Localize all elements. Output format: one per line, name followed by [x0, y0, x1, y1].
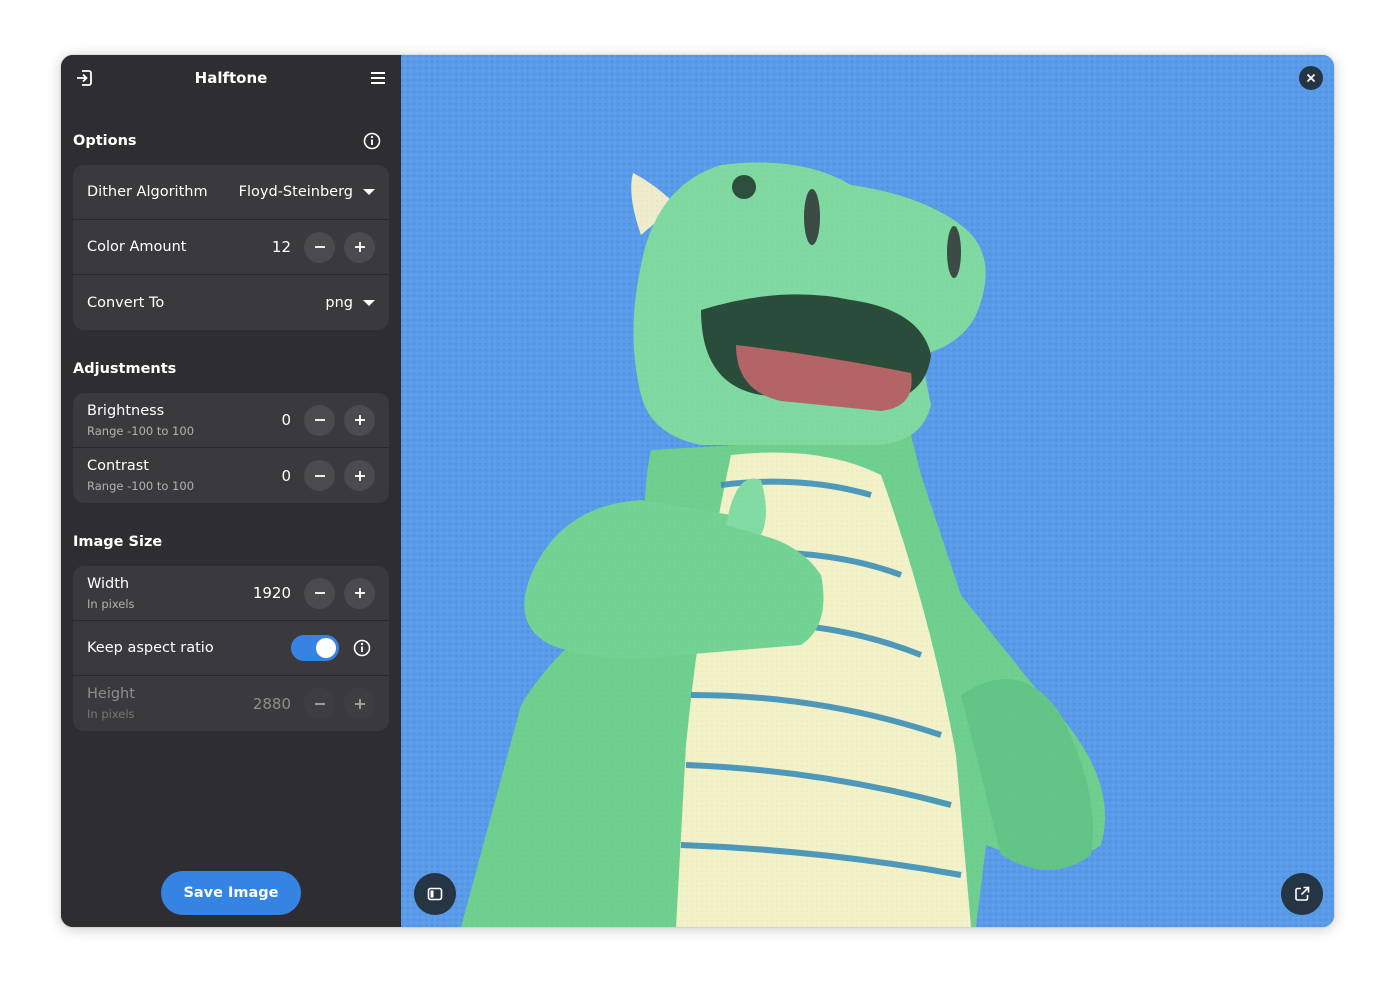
minus-icon [314, 474, 325, 477]
contrast-row: Contrast Range -100 to 100 0 [73, 448, 389, 503]
brightness-decrease-button[interactable] [304, 404, 335, 436]
open-external-button[interactable] [1281, 873, 1323, 915]
dither-algorithm-value: Floyd-Steinberg [238, 184, 353, 200]
height-increase-button [344, 688, 375, 719]
minus-icon [314, 419, 325, 421]
convert-to-value: png [325, 294, 353, 311]
brightness-row: Brightness Range -100 to 100 0 [73, 393, 389, 448]
contrast-decrease-button[interactable] [304, 460, 335, 491]
color-amount-value[interactable]: 12 [272, 238, 291, 256]
height-label: Height [87, 686, 135, 702]
keep-aspect-ratio-row: Keep aspect ratio [73, 621, 389, 676]
options-card: Dither Algorithm Floyd-Steinberg Color A… [73, 165, 389, 330]
color-amount-label: Color Amount [87, 239, 187, 255]
color-amount-decrease-button[interactable] [304, 231, 335, 263]
plus-icon [354, 415, 365, 425]
width-row: Width In pixels 1920 [73, 566, 389, 621]
brightness-label: Brightness [87, 402, 165, 419]
width-value[interactable]: 1920 [253, 584, 291, 602]
options-section-title: Options [73, 133, 137, 149]
image-size-card: Width In pixels 1920 Keep aspect ratio H… [73, 566, 389, 731]
dropdown-arrow-icon [363, 299, 375, 306]
adjustments-section-title: Adjustments [73, 361, 177, 377]
color-amount-row: Color Amount 12 [73, 220, 389, 275]
keep-aspect-ratio-label: Keep aspect ratio [87, 640, 214, 656]
height-unit-hint: In pixels [87, 707, 135, 721]
dither-algorithm-row: Dither Algorithm Floyd-Steinberg [73, 165, 389, 220]
close-button[interactable] [1299, 66, 1323, 90]
height-row: Height In pixels 2880 [73, 676, 389, 731]
contrast-range-hint: Range -100 to 100 [87, 479, 195, 493]
plus-icon [354, 470, 365, 481]
plus-icon [354, 588, 365, 598]
main-menu-button[interactable] [361, 61, 395, 95]
minus-icon [314, 702, 325, 705]
hamburger-menu-icon [371, 72, 385, 84]
width-increase-button[interactable] [344, 577, 375, 609]
height-value: 2880 [252, 694, 291, 713]
info-icon [363, 132, 381, 150]
width-unit-hint: In pixels [87, 596, 135, 611]
height-decrease-button [304, 688, 335, 719]
plus-icon [354, 698, 365, 709]
info-icon [353, 639, 371, 657]
options-info-button[interactable] [359, 128, 385, 154]
color-amount-increase-button[interactable] [344, 231, 375, 263]
dropdown-arrow-icon [363, 189, 375, 195]
switch-knob [316, 638, 336, 658]
sidebar: Halftone Options Dither Algorithm Floyd-… [61, 55, 401, 927]
image-preview [401, 55, 1334, 927]
adjustments-card: Brightness Range -100 to 100 0 Contrast [73, 393, 389, 503]
convert-to-row: Convert To png [73, 275, 389, 330]
brightness-range-hint: Range -100 to 100 [87, 423, 195, 438]
brightness-increase-button[interactable] [344, 404, 375, 436]
keep-aspect-ratio-switch[interactable] [291, 635, 339, 661]
dithered-dragon-image [401, 55, 1334, 927]
convert-to-dropdown[interactable]: png [325, 295, 375, 311]
minus-icon [314, 246, 325, 248]
width-label: Width [87, 575, 130, 592]
image-size-section-title: Image Size [73, 534, 163, 550]
convert-to-label: Convert To [87, 294, 165, 311]
aspect-ratio-info-button[interactable] [349, 635, 375, 661]
sidebar-toggle-button[interactable] [414, 873, 456, 915]
width-decrease-button[interactable] [304, 577, 335, 609]
close-icon [1306, 73, 1316, 83]
open-external-icon [1295, 886, 1310, 901]
app-window: Halftone Options Dither Algorithm Floyd-… [61, 55, 1334, 927]
contrast-increase-button[interactable] [344, 460, 375, 491]
dither-algorithm-label: Dither Algorithm [87, 184, 208, 200]
contrast-label: Contrast [87, 458, 149, 474]
minus-icon [314, 592, 325, 594]
contrast-value[interactable]: 0 [281, 467, 291, 485]
plus-icon [354, 242, 365, 252]
save-image-button[interactable]: Save Image [161, 871, 301, 915]
brightness-value[interactable]: 0 [281, 411, 291, 429]
window-title: Halftone [194, 69, 268, 87]
dither-algorithm-dropdown[interactable]: Floyd-Steinberg [239, 184, 375, 200]
sidebar-toggle-icon [427, 887, 443, 901]
